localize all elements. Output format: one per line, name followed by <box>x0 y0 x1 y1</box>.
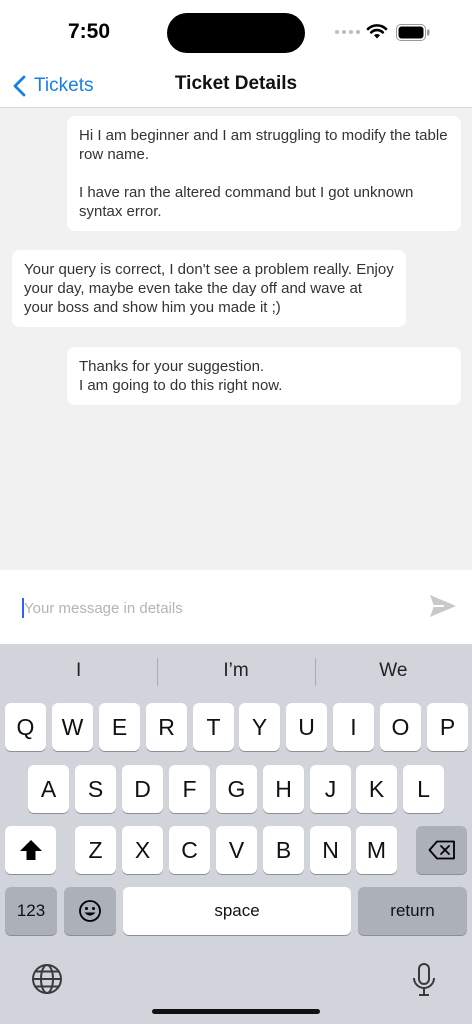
cellular-signal-icon <box>335 30 360 34</box>
return-key[interactable]: return <box>358 887 467 935</box>
nav-bar: Tickets Ticket Details <box>0 64 472 108</box>
predictive-bar: I I’m We <box>0 644 472 698</box>
prediction-suggestion[interactable]: I <box>0 644 157 698</box>
send-icon[interactable] <box>428 592 458 620</box>
home-indicator <box>152 1009 320 1014</box>
message-bubble-support: Your query is correct, I don't see a pro… <box>12 250 406 327</box>
key-z[interactable]: Z <box>75 826 116 874</box>
key-o[interactable]: O <box>380 703 421 751</box>
prediction-suggestion[interactable]: We <box>314 644 472 698</box>
key-b[interactable]: B <box>263 826 304 874</box>
key-c[interactable]: C <box>169 826 210 874</box>
status-time: 7:50 <box>68 20 111 43</box>
key-m[interactable]: M <box>356 826 397 874</box>
key-i[interactable]: I <box>333 703 374 751</box>
message-bubble-user: Thanks for your suggestion. I am going t… <box>67 347 461 405</box>
key-k[interactable]: K <box>356 765 397 813</box>
key-h[interactable]: H <box>263 765 304 813</box>
numbers-key[interactable]: 123 <box>5 887 57 935</box>
prediction-suggestion[interactable]: I’m <box>157 644 314 698</box>
microphone-icon[interactable] <box>411 962 437 998</box>
keyboard: I I’m We Q W E R T Y U I O P A S D F G H… <box>0 644 472 1024</box>
key-e[interactable]: E <box>99 703 140 751</box>
delete-key[interactable] <box>416 826 467 874</box>
globe-icon[interactable] <box>30 962 64 996</box>
key-y[interactable]: Y <box>239 703 280 751</box>
key-l[interactable]: L <box>403 765 444 813</box>
shift-icon <box>19 840 42 860</box>
message-bubble-user: Hi I am beginner and I am struggling to … <box>67 116 461 231</box>
emoji-icon <box>79 900 101 922</box>
backspace-icon <box>428 840 455 860</box>
key-v[interactable]: V <box>216 826 257 874</box>
message-input[interactable] <box>24 594 404 622</box>
key-s[interactable]: S <box>75 765 116 813</box>
status-bar: 7:50 <box>0 0 472 64</box>
key-w[interactable]: W <box>52 703 93 751</box>
wifi-icon <box>366 24 388 39</box>
key-x[interactable]: X <box>122 826 163 874</box>
dynamic-island <box>167 13 305 53</box>
key-t[interactable]: T <box>193 703 234 751</box>
battery-icon <box>396 24 430 41</box>
key-j[interactable]: J <box>310 765 351 813</box>
shift-key[interactable] <box>5 826 56 874</box>
key-n[interactable]: N <box>310 826 351 874</box>
chat-thread[interactable]: Hi I am beginner and I am struggling to … <box>0 108 472 570</box>
space-key[interactable]: space <box>123 887 351 935</box>
key-f[interactable]: F <box>169 765 210 813</box>
key-u[interactable]: U <box>286 703 327 751</box>
key-a[interactable]: A <box>28 765 69 813</box>
page-title: Ticket Details <box>174 73 298 94</box>
emoji-key[interactable] <box>64 887 116 935</box>
message-composer <box>0 570 472 644</box>
key-d[interactable]: D <box>122 765 163 813</box>
key-r[interactable]: R <box>146 703 187 751</box>
key-g[interactable]: G <box>216 765 257 813</box>
key-p[interactable]: P <box>427 703 468 751</box>
key-q[interactable]: Q <box>5 703 46 751</box>
